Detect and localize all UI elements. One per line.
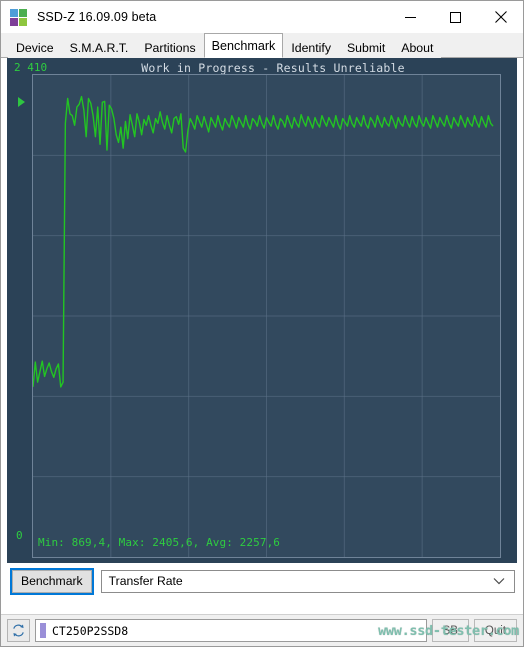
window-controls [388,1,523,33]
window-title: SSD-Z 16.09.09 beta [37,10,157,24]
tab-about[interactable]: About [393,37,442,58]
tab-strip: Device S.M.A.R.T. Partitions Benchmark I… [1,33,523,58]
chart-warning-title: Work in Progress - Results Unreliable [141,61,405,75]
title-bar: SSD-Z 16.09.09 beta [1,1,523,33]
tab-smart[interactable]: S.M.A.R.T. [61,37,137,58]
benchmark-panel: 2 410 Work in Progress - Results Unrelia… [1,58,523,614]
play-triangle-marker [18,97,25,107]
minimize-button[interactable] [388,1,433,33]
chart-y-min-label: 0 [16,529,23,542]
tab-device[interactable]: Device [8,37,62,58]
ssdz-window: SSD-Z 16.09.09 beta Device S.M.A.R.T. Pa… [0,0,524,647]
benchmark-chart: 2 410 Work in Progress - Results Unrelia… [7,58,517,563]
close-button[interactable] [478,1,523,33]
tab-benchmark[interactable]: Benchmark [203,33,284,58]
drive-select[interactable]: CT250P2SSD8 [35,619,427,642]
drive-color-swatch [40,623,46,638]
tab-submit[interactable]: Submit [338,37,394,58]
benchmark-mode-select[interactable]: Transfer Rate [100,569,515,593]
benchmark-button[interactable]: Benchmark [10,567,94,595]
quit-button[interactable]: Quit [473,619,517,642]
benchmark-mode-value: Transfer Rate [108,574,183,588]
tab-identify[interactable]: Identify [283,37,339,58]
drive-select-value: CT250P2SSD8 [52,623,129,638]
maximize-button[interactable] [433,1,478,33]
transfer-rate-line-plot [33,75,500,557]
benchmark-controls: Benchmark Transfer Rate [1,563,523,599]
status-bar: CT250P2SSD8 SB Quit www.ssd-tester.com [1,614,523,646]
tab-partitions[interactable]: Partitions [136,37,204,58]
chevron-down-icon [493,574,505,588]
chart-plot-area [32,74,501,558]
ssdz-logo-icon [10,8,27,26]
refresh-icon[interactable] [7,619,30,642]
sb-button[interactable]: SB [431,619,469,642]
chart-stats-label: Min: 869,4, Max: 2405,6, Avg: 2257,6 [38,536,281,549]
